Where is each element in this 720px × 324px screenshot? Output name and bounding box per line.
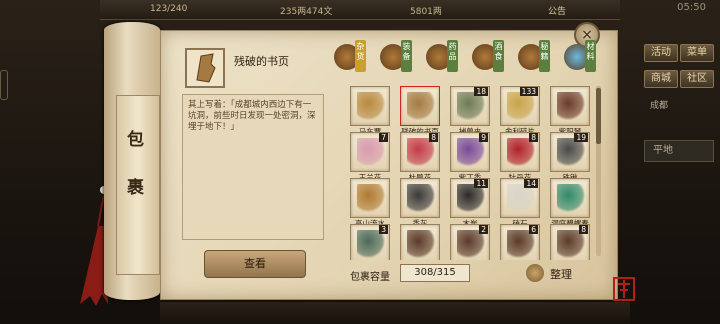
tab-5[interactable]: 材料	[564, 40, 598, 78]
music-scroll-icon	[357, 184, 385, 212]
item-count: 18	[474, 87, 488, 96]
capacity-label: 包裹容量	[350, 272, 390, 283]
inventory-slot[interactable]	[400, 86, 440, 126]
blade-icon	[407, 230, 435, 258]
announcement-button[interactable]: 公告	[548, 4, 566, 17]
grid-scrollbar-thumb[interactable]	[596, 88, 601, 144]
item-count: 133	[519, 87, 538, 96]
inventory-slot[interactable]: 2	[450, 224, 490, 260]
lilac-icon	[457, 138, 485, 166]
terrain-label: 平地	[644, 140, 714, 162]
tab-label: 酒食	[493, 40, 504, 72]
item-count: 3	[379, 225, 388, 234]
relic-shards-icon	[507, 92, 535, 120]
location-label: 成都	[650, 101, 669, 111]
category-tabs: 杂货 装备 药品 酒食 秘籍 材料	[334, 40, 624, 80]
tab-label: 材料	[585, 40, 596, 72]
inventory-slot[interactable]: 6	[500, 224, 540, 260]
inventory-slot[interactable]: 11	[450, 178, 490, 218]
stat-gold: 5801两	[410, 7, 442, 17]
tab-0[interactable]: 杂货	[334, 40, 368, 78]
capacity-value: 308/315	[400, 264, 470, 282]
logo-seal	[612, 276, 636, 302]
view-button[interactable]: 查看	[204, 250, 306, 278]
sort-label: 整理	[550, 268, 572, 281]
saltpeter-icon	[507, 184, 535, 212]
side-menu: 活动 菜单 商城 社区 成都	[640, 40, 720, 324]
incense-ash-icon	[407, 184, 435, 212]
inventory-slot[interactable]	[350, 178, 390, 218]
item-count: 8	[579, 225, 588, 234]
inventory-slot[interactable]: 8	[500, 132, 540, 172]
inventory-slot[interactable]: 9	[450, 132, 490, 172]
inventory-slot[interactable]: 8	[550, 224, 590, 260]
tab-1[interactable]: 装备	[380, 40, 414, 78]
blade-icon	[557, 230, 585, 258]
tab-3[interactable]: 酒食	[472, 40, 506, 78]
item-count: 9	[479, 133, 488, 142]
inventory-slot[interactable]: 19	[550, 132, 590, 172]
inventory-slot[interactable]	[550, 178, 590, 218]
inventory-grid: 马车票残破的书页18捕兽夹133舍利碎片紫阳琴7玉兰花8杜鹃花9紫丁香8牡丹花1…	[346, 84, 590, 260]
item-count: 19	[574, 133, 588, 142]
selected-item-name: 残破的书页	[234, 55, 289, 68]
item-count: 14	[524, 179, 538, 188]
item-count: 2	[479, 225, 488, 234]
inventory-slot[interactable]: 3	[350, 224, 390, 260]
inventory-slot[interactable]: 8	[400, 132, 440, 172]
item-count: 7	[379, 133, 388, 142]
trap-icon	[457, 92, 485, 120]
tab-4[interactable]: 秘籍	[518, 40, 552, 78]
jar-icon	[357, 230, 385, 258]
tea-icon	[557, 184, 585, 212]
bottom-toolbar	[160, 302, 630, 324]
tab-label: 秘籍	[539, 40, 550, 72]
menu-menu-button[interactable]: 菜单	[680, 44, 714, 62]
item-count: 6	[529, 225, 538, 234]
magnolia-icon	[357, 138, 385, 166]
shovel-icon	[557, 138, 585, 166]
menu-shop-button[interactable]: 商城	[644, 70, 678, 88]
scroll-title-char-2: 裹	[127, 178, 144, 198]
peony-icon	[507, 138, 535, 166]
menu-activity-button[interactable]: 活动	[644, 44, 678, 62]
inventory-slot[interactable]	[350, 86, 390, 126]
top-status-bar: 123/240 235两474文 5801两 公告	[100, 0, 620, 20]
blade-icon	[507, 230, 535, 258]
tab-label: 药品	[447, 40, 458, 72]
item-count: 8	[429, 133, 438, 142]
azalea-icon	[407, 138, 435, 166]
item-count: 8	[529, 133, 538, 142]
torn-page-icon	[407, 92, 435, 120]
selected-item-preview	[185, 48, 225, 88]
stat-stamina: 123/240	[150, 4, 188, 14]
scroll-title-char-1: 包	[127, 130, 144, 150]
clock: 05:50	[677, 2, 706, 13]
side-handle[interactable]	[0, 70, 8, 100]
tab-label: 装备	[401, 40, 412, 72]
menu-community-button[interactable]: 社区	[680, 70, 714, 88]
torn-page-icon	[196, 53, 216, 83]
inventory-slot[interactable]: 14	[500, 178, 540, 218]
item-count: 11	[474, 179, 488, 188]
inventory-slot[interactable]	[550, 86, 590, 126]
inventory-slot[interactable]: 7	[350, 132, 390, 172]
blade-icon	[457, 230, 485, 258]
charcoal-icon	[457, 184, 485, 212]
zither-icon	[557, 92, 585, 120]
bag-icon	[526, 264, 544, 282]
inventory-slot[interactable]: 133	[500, 86, 540, 126]
ticket-icon	[357, 92, 385, 120]
tab-label: 杂货	[355, 40, 366, 72]
tab-2[interactable]: 药品	[426, 40, 460, 78]
inventory-slot[interactable]	[400, 178, 440, 218]
sort-button[interactable]: 整理	[526, 262, 586, 284]
inventory-slot[interactable]: 18	[450, 86, 490, 126]
inventory-slot[interactable]	[400, 224, 440, 260]
stat-money: 235两474文	[280, 7, 333, 17]
item-description: 其上写着：「成都城内西边下有一坑洞，前些时日发现一处密洞，深埋于地下！」	[182, 94, 324, 240]
